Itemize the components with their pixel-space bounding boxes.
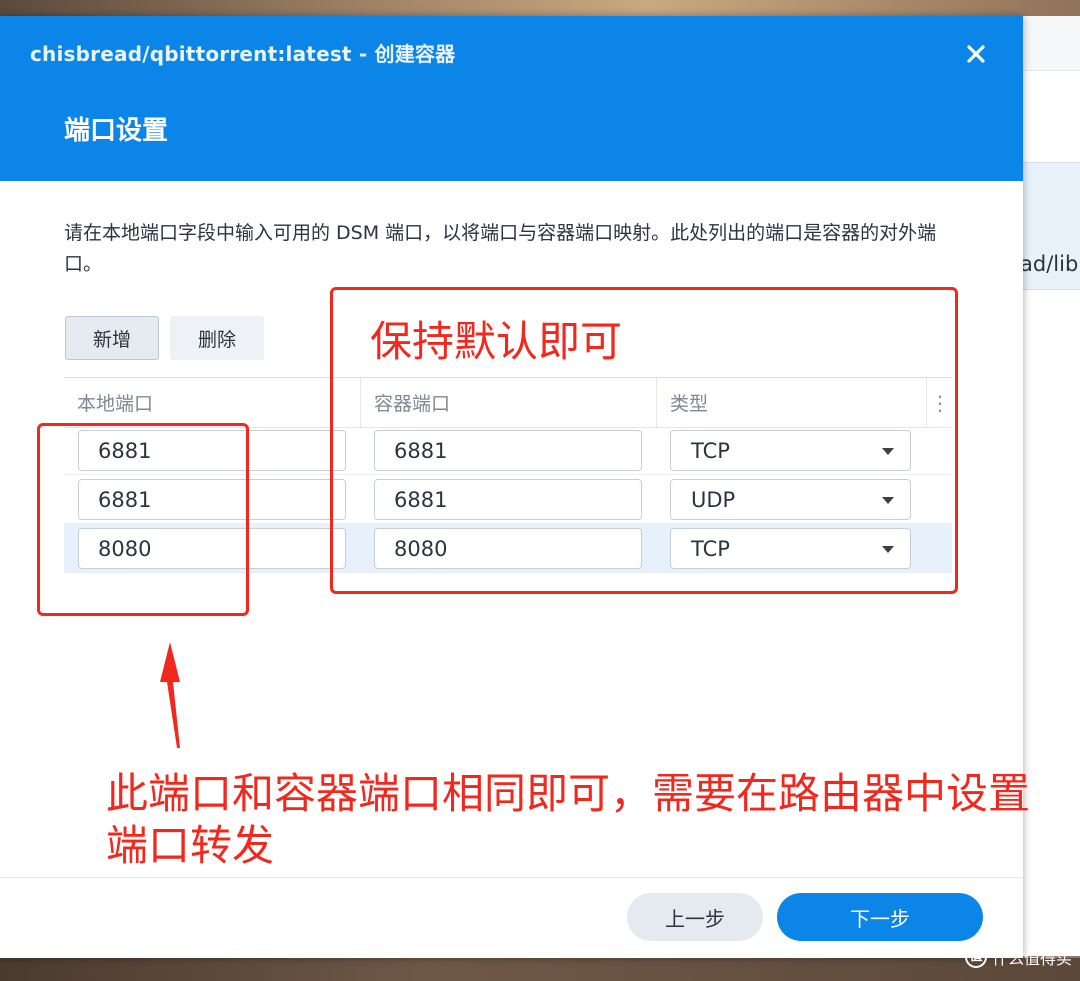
watermark: 值 什么值得买 <box>964 945 1072 969</box>
dialog-header: chisbread/qbittorrent:latest - 创建容器 端口设置 <box>0 16 1023 181</box>
background-clipped-text: ad/lib <box>1020 252 1079 276</box>
column-header-local-port[interactable]: 本地端口 <box>64 378 360 427</box>
add-button[interactable]: 新增 <box>65 316 159 360</box>
footer-divider <box>0 877 1023 878</box>
next-button[interactable]: 下一步 <box>777 893 983 941</box>
description-text: 请在本地端口字段中输入可用的 DSM 端口，以将端口与容器端口映射。此处列出的端… <box>64 222 937 275</box>
annotation-keep-default: 保持默认即可 <box>370 317 623 366</box>
annotation-port-note: 此端口和容器端口相同即可，需要在路由器中设置端口转发 <box>106 769 1031 870</box>
annotation-arrow-icon <box>160 642 180 748</box>
background-window-toolbar <box>1020 16 1080 71</box>
desktop-background-bottom <box>0 958 1080 981</box>
close-button[interactable] <box>958 36 994 72</box>
delete-button[interactable]: 删除 <box>170 316 264 360</box>
previous-button[interactable]: 上一步 <box>627 893 763 941</box>
window-title: chisbread/qbittorrent:latest - 创建容器 <box>30 42 456 66</box>
step-title: 端口设置 <box>64 116 169 146</box>
watermark-logo-icon: 值 <box>964 946 987 968</box>
watermark-text: 什么值得买 <box>991 949 1072 968</box>
desktop-background-top <box>0 0 1080 16</box>
annotation-box-local-port <box>37 423 249 616</box>
close-icon <box>967 45 985 63</box>
